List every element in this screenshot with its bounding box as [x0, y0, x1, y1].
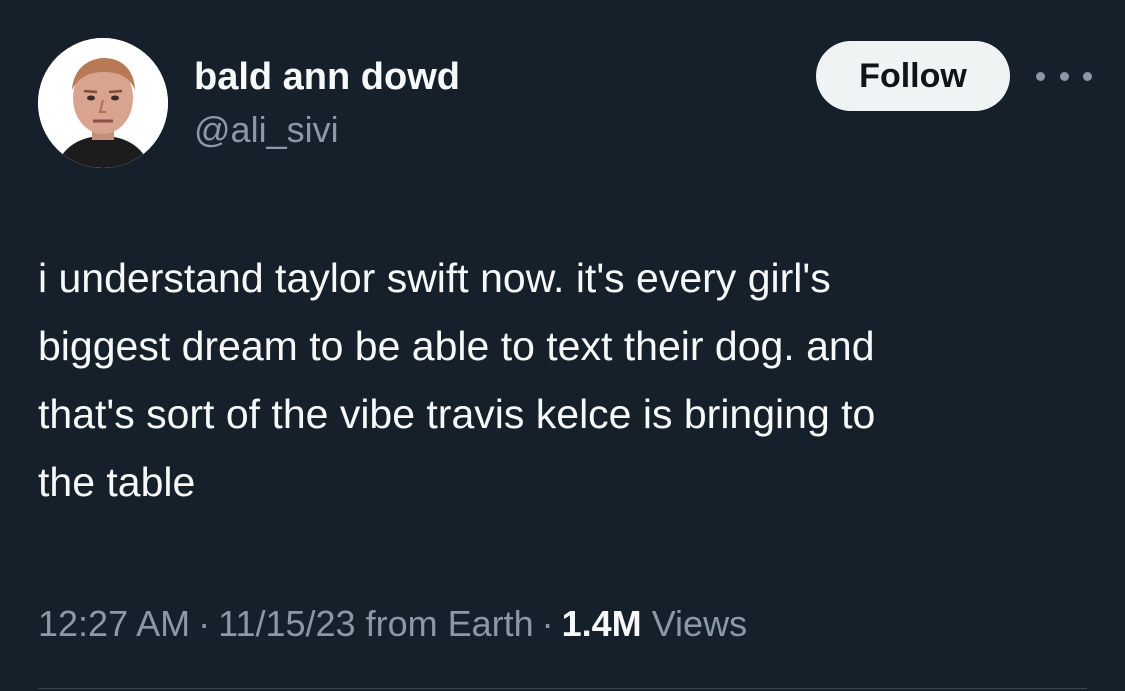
tweet-meta: 12:27 AM · 11/15/23 from Earth · 1.4M Views [38, 600, 747, 648]
tweet-text-line: i understand taylor swift now. it's ever… [38, 255, 831, 301]
tweet-text-line: the table [38, 459, 196, 505]
avatar[interactable] [38, 38, 168, 168]
tweet-time[interactable]: 12:27 AM [38, 603, 190, 644]
avatar-image [38, 38, 168, 168]
follow-button[interactable]: Follow [816, 41, 1010, 111]
tweet-text: i understand taylor swift now. it's ever… [38, 244, 1108, 516]
tweet-card: bald ann dowd @ali_sivi Follow i underst… [0, 0, 1125, 691]
more-dot [1083, 71, 1092, 81]
display-name[interactable]: bald ann dowd [194, 54, 460, 100]
more-horizontal-icon[interactable] [1036, 56, 1092, 96]
tweet-date-source[interactable]: 11/15/23 from Earth [218, 603, 534, 644]
divider [38, 688, 1087, 689]
user-handle[interactable]: @ali_sivi [194, 108, 339, 152]
views-count[interactable]: 1.4M [562, 603, 642, 644]
more-dot [1059, 71, 1069, 81]
tweet-text-line: biggest dream to be able to text their d… [38, 323, 875, 369]
meta-separator: · [541, 603, 554, 644]
more-dot [1036, 71, 1045, 81]
views-label[interactable]: Views [652, 603, 747, 644]
tweet-text-line: that's sort of the vibe travis kelce is … [38, 391, 876, 437]
meta-separator: · [198, 603, 211, 644]
